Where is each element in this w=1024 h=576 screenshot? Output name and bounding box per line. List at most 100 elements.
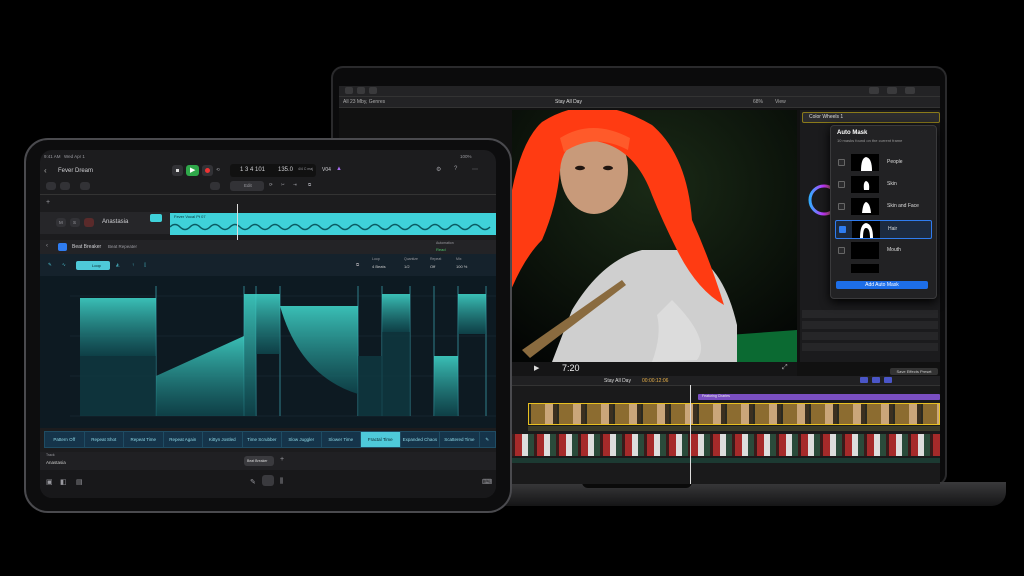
- library-button[interactable]: [60, 182, 70, 190]
- count-in[interactable]: V04: [322, 167, 331, 173]
- beat-breaker-editor[interactable]: [40, 276, 496, 428]
- preset-button[interactable]: Slow Juggler: [281, 431, 322, 448]
- mixer-icon[interactable]: ⫼: [280, 478, 283, 486]
- preset-button[interactable]: Slower Time: [320, 431, 362, 448]
- viewer-video-frame[interactable]: [512, 110, 797, 362]
- repeat-param[interactable]: Repeat Off: [428, 257, 456, 275]
- connected-clip[interactable]: Featuring Charles: [698, 394, 940, 400]
- plugin-pill[interactable]: Beat Breaker: [244, 456, 274, 466]
- inspector-row[interactable]: [802, 343, 938, 351]
- preset-button[interactable]: Pattern Off: [44, 431, 85, 448]
- secondary-clip-row[interactable]: [512, 434, 940, 456]
- pencil-icon[interactable]: ✎: [250, 478, 256, 486]
- project-title[interactable]: Fever Dream: [58, 168, 93, 174]
- more-icon[interactable]: ⋯: [472, 166, 478, 173]
- preset-button[interactable]: Expanded Chaos: [399, 431, 441, 448]
- mask-item-skin[interactable]: Skin: [835, 176, 930, 193]
- scissors-icon[interactable]: ✂: [281, 182, 285, 188]
- solo-button[interactable]: S: [70, 218, 80, 227]
- add-plugin-icon[interactable]: +: [280, 456, 284, 463]
- library-toggle-button[interactable]: [345, 87, 353, 94]
- stop-button[interactable]: [172, 165, 183, 176]
- lcd-display[interactable]: 1 3 4 101 135.0 4/4 C maj: [230, 164, 316, 177]
- settings-icon[interactable]: ⚙: [436, 166, 441, 173]
- mask-item-mouth[interactable]: Mouth: [835, 242, 930, 259]
- snapping-icon[interactable]: [860, 377, 868, 383]
- preset-button[interactable]: Time Scrubber: [241, 431, 283, 448]
- preset-button[interactable]: Scattered Time: [439, 431, 480, 448]
- color-wheel-icon[interactable]: [804, 180, 832, 220]
- mix-param[interactable]: Mix 100 %: [454, 257, 478, 275]
- loop-param[interactable]: Loop 4 Beats: [370, 257, 398, 275]
- color-wheels-selector[interactable]: Color Wheels 1: [802, 112, 940, 123]
- bracket-icon[interactable]: ⟦: [144, 262, 146, 268]
- copy-icon[interactable]: ⧉: [356, 262, 359, 267]
- audio-skimming-icon[interactable]: [884, 377, 892, 383]
- layout-button[interactable]: [869, 87, 879, 94]
- back-chevron-icon[interactable]: ‹: [46, 243, 48, 249]
- play-button[interactable]: ▶: [186, 165, 199, 176]
- preset-button[interactable]: Kittyn Jostled: [202, 431, 243, 448]
- mask-item-hair[interactable]: Hair: [835, 220, 932, 239]
- audio-region[interactable]: Fever Vocal Pt 07: [170, 213, 496, 235]
- preset-button[interactable]: Repeat Time: [123, 431, 164, 448]
- mask-item-skin-and-face[interactable]: Skin and Face: [835, 198, 930, 215]
- automation-mode[interactable]: Read: [436, 247, 446, 252]
- keyboard-icon[interactable]: ⌨: [482, 478, 492, 486]
- inspector-row[interactable]: [802, 310, 938, 318]
- checkbox[interactable]: [838, 159, 845, 166]
- shape-icon[interactable]: ◭: [116, 262, 119, 268]
- quantize-param[interactable]: Quantize 1/2: [402, 257, 430, 275]
- smart-tempo-icon[interactable]: ▲: [336, 166, 342, 172]
- record-button[interactable]: [202, 165, 213, 176]
- record-enable-button[interactable]: [84, 218, 94, 227]
- arrow-up-icon[interactable]: ↑: [132, 262, 134, 267]
- zoom-menu[interactable]: 68%: [753, 99, 763, 105]
- fullscreen-icon[interactable]: ⤢: [782, 364, 788, 372]
- loop-chip[interactable]: Loop: [76, 261, 110, 270]
- track-eye-icon[interactable]: [150, 214, 162, 222]
- preset-button[interactable]: Fractal Time: [360, 431, 401, 448]
- plugin-preset[interactable]: Beat Repeater: [108, 244, 137, 249]
- keyword-button[interactable]: [369, 87, 377, 94]
- save-effects-preset-button[interactable]: Save Effects Preset: [890, 368, 938, 375]
- play-button[interactable]: ▶: [534, 364, 539, 372]
- import-button[interactable]: [357, 87, 365, 94]
- checkbox[interactable]: [838, 247, 845, 254]
- edit-mode-button[interactable]: Edit: [230, 181, 264, 191]
- checkbox-checked[interactable]: [839, 226, 846, 233]
- notes-icon[interactable]: ▤: [76, 478, 83, 486]
- library-icon[interactable]: ▣: [46, 478, 53, 486]
- view-toggle-button[interactable]: [80, 182, 90, 190]
- mute-button[interactable]: M: [56, 218, 66, 227]
- merge-icon[interactable]: ⇥: [293, 182, 297, 188]
- loop-tool-icon[interactable]: ⟳: [269, 182, 273, 188]
- back-chevron-icon[interactable]: ‹: [44, 166, 47, 175]
- copy-icon[interactable]: ⧉: [308, 182, 311, 187]
- add-auto-mask-button[interactable]: Add Auto Mask: [836, 281, 928, 289]
- curve-icon[interactable]: ∿: [62, 262, 66, 268]
- share-button[interactable]: [905, 87, 915, 94]
- pencil-icon[interactable]: ✎: [48, 262, 52, 268]
- inspector-row[interactable]: [802, 321, 938, 329]
- cycle-icon[interactable]: ⟲: [216, 167, 220, 173]
- inspector-toggle-button[interactable]: [887, 87, 897, 94]
- view-menu[interactable]: View: [775, 99, 786, 105]
- preset-button[interactable]: Repeat Again: [162, 431, 204, 448]
- inspector-row[interactable]: [802, 332, 938, 340]
- browser-button[interactable]: [46, 182, 56, 190]
- playhead[interactable]: [690, 385, 691, 484]
- checkbox[interactable]: [838, 181, 845, 188]
- arrange-button[interactable]: [210, 182, 220, 190]
- add-track-icon[interactable]: +: [46, 199, 50, 206]
- inspector-icon[interactable]: ◧: [60, 478, 67, 486]
- checkbox[interactable]: [838, 203, 845, 210]
- power-icon[interactable]: [58, 243, 67, 251]
- mask-item-people[interactable]: People: [835, 154, 930, 171]
- primary-storyline-clip[interactable]: [528, 403, 940, 425]
- edit-presets-icon[interactable]: ✎: [478, 431, 496, 448]
- audio-waveform[interactable]: [528, 426, 940, 431]
- audio-lane[interactable]: [512, 458, 940, 463]
- help-icon[interactable]: ?: [454, 166, 457, 172]
- plugins-button[interactable]: [262, 475, 274, 486]
